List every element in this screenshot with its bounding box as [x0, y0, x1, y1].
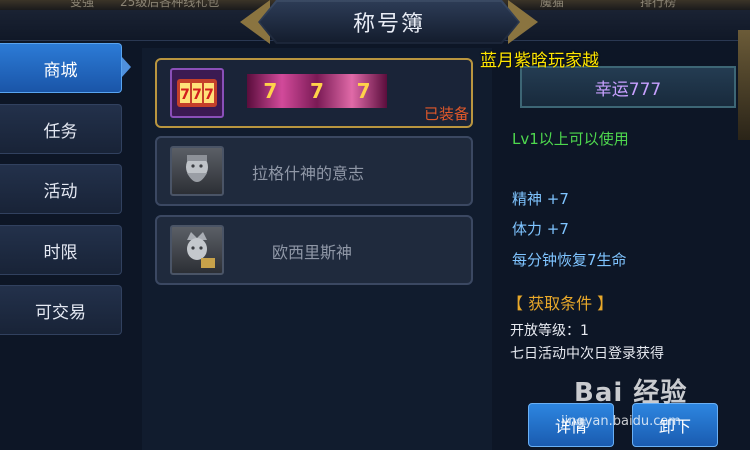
top-menu-item[interactable]: 25级后各种线礼包 — [120, 0, 219, 10]
nav-item-label: 任务 — [43, 121, 78, 142]
top-menu-item[interactable]: 魔猫 — [540, 0, 564, 10]
condition-line: 七日活动中次日登录获得 — [510, 346, 664, 362]
stat-line: 体力 +7 — [512, 220, 569, 238]
nav-item-event[interactable]: 活动 — [0, 164, 122, 214]
window-title: 称号簿 — [352, 12, 425, 37]
acquire-condition-header: 【 获取条件 】 — [507, 294, 614, 313]
stat-line: 每分钟恢复7生命 — [512, 251, 627, 269]
nav-item-label: 商城 — [43, 60, 78, 81]
player-name-label: 蓝月紫晗玩家越 — [480, 51, 599, 71]
nav-item-limited[interactable]: 时限 — [0, 225, 122, 275]
nav-item-quest[interactable]: 任务 — [0, 104, 122, 154]
title-card-name: 拉格什神的意志 — [252, 164, 365, 183]
svg-text:7: 7 — [192, 87, 202, 103]
title-card-name: 欧西里斯神 — [272, 243, 353, 262]
level-requirement: Lv1以上可以使用 — [512, 130, 629, 148]
slot-777-icon: 7 7 7 — [170, 68, 224, 118]
title-card-lucky777[interactable]: 7 7 7 7 7 7 已装备 — [155, 58, 473, 128]
banner-digit: 7 — [263, 79, 278, 103]
banner-digit: 7 — [310, 79, 324, 103]
equipped-badge: 已装备 — [423, 105, 469, 123]
stat-line: 精神 +7 — [512, 190, 569, 208]
detail-title-name-plate: 幸运777 — [520, 66, 736, 108]
condition-line: 开放等级：1 — [510, 323, 589, 339]
nav-item-tradable[interactable]: 可交易 — [0, 285, 122, 335]
nav-active-arrow-icon — [122, 57, 131, 77]
top-menu-item[interactable]: 变强 — [70, 0, 94, 10]
top-menu-item[interactable]: 排行榜 — [640, 0, 676, 10]
nav-item-shop[interactable]: 商城 — [0, 43, 122, 93]
svg-text:7: 7 — [204, 87, 214, 103]
detail-title-name: 幸运777 — [594, 79, 662, 100]
watermark-logo: Bai 经验 — [574, 378, 688, 408]
nav-item-label: 时限 — [43, 242, 78, 263]
title-plate: 称号簿 — [258, 0, 520, 44]
banner-digit: 7 — [356, 79, 371, 103]
title-card-lagash[interactable]: 拉格什神的意志 — [155, 136, 473, 206]
nav-item-label: 可交易 — [35, 302, 86, 323]
title-banner-777: 7 7 7 — [247, 74, 387, 108]
nav-item-label: 活动 — [43, 181, 78, 202]
bearded-statue-icon — [170, 146, 224, 196]
svg-text:7: 7 — [180, 87, 190, 103]
crowned-statue-icon — [170, 225, 224, 275]
title-card-osiris[interactable]: 欧西里斯神 — [155, 215, 473, 285]
watermark-url: jingyan.baidu.com — [561, 414, 681, 429]
